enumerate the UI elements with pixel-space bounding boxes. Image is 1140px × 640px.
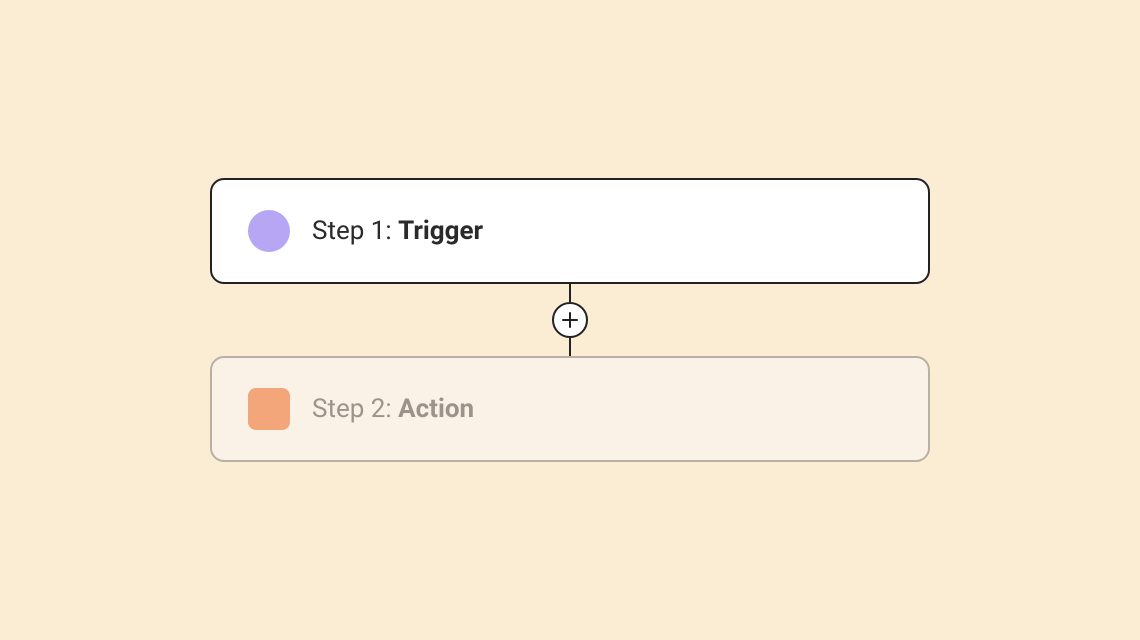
plus-icon xyxy=(561,311,579,329)
add-step-button[interactable] xyxy=(552,302,588,338)
connector xyxy=(552,284,588,356)
action-swatch-icon xyxy=(248,388,290,430)
step-prefix: Step 1: xyxy=(312,216,398,246)
step-label: Step 1: Trigger xyxy=(312,216,483,246)
workflow-flow: Step 1: Trigger Step 2: Action xyxy=(210,178,930,462)
step-name: Trigger xyxy=(398,216,483,246)
step-label: Step 2: Action xyxy=(312,394,474,424)
step-prefix: Step 2: xyxy=(312,394,398,424)
trigger-swatch-icon xyxy=(248,210,290,252)
step-name: Action xyxy=(398,394,474,424)
connector-line-top xyxy=(569,284,571,302)
connector-line-bottom xyxy=(569,338,571,356)
step-action[interactable]: Step 2: Action xyxy=(210,356,930,462)
step-trigger[interactable]: Step 1: Trigger xyxy=(210,178,930,284)
